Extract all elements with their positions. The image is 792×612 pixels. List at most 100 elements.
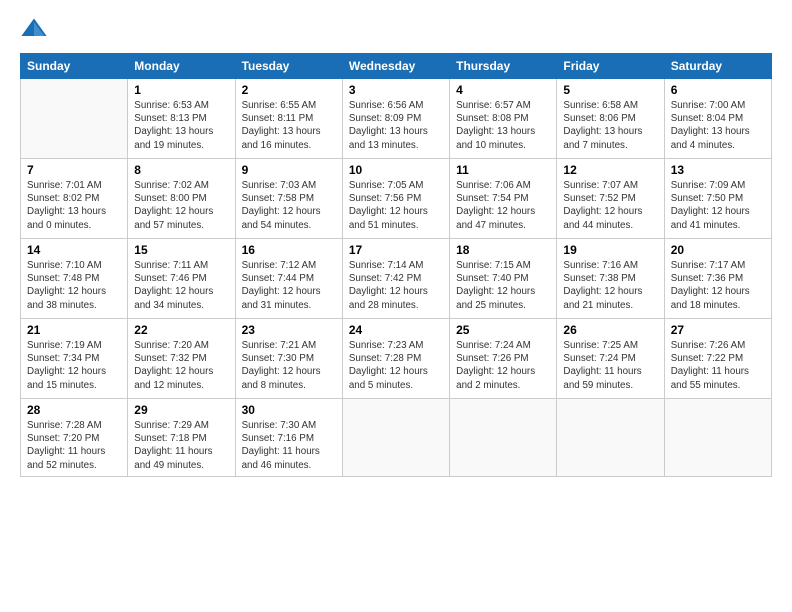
calendar-cell: 15 Sunrise: 7:11 AM Sunset: 7:46 PM Dayli… <box>128 239 235 319</box>
day-header-saturday: Saturday <box>664 54 771 79</box>
day-number: 26 <box>563 323 657 337</box>
day-number: 25 <box>456 323 550 337</box>
day-info: Sunrise: 7:06 AM Sunset: 7:54 PM Dayligh… <box>456 180 535 231</box>
calendar-cell: 1Sunrise: 6:53 AM Sunset: 8:13 PM Daylig… <box>128 79 235 159</box>
day-number: 24 <box>349 323 443 337</box>
calendar-cell: 19 Sunrise: 7:16 AM Sunset: 7:38 PM Dayli… <box>557 239 664 319</box>
day-info: Sunrise: 7:20 AM Sunset: 7:32 PM Dayligh… <box>134 340 213 391</box>
day-number: 28 <box>27 403 121 417</box>
day-info: Sunrise: 7:21 AM Sunset: 7:30 PM Dayligh… <box>242 340 321 391</box>
day-info: Sunrise: 7:00 AM Sunset: 8:04 PM Dayligh… <box>671 100 750 151</box>
calendar-cell: 3 Sunrise: 6:56 AM Sunset: 8:09 PM Daylig… <box>342 79 449 159</box>
day-info: Sunrise: 7:16 AM Sunset: 7:38 PM Dayligh… <box>563 260 642 311</box>
day-header-friday: Friday <box>557 54 664 79</box>
calendar-cell: 23 Sunrise: 7:21 AM Sunset: 7:30 PM Dayli… <box>235 319 342 399</box>
calendar-cell: 26Sunrise: 7:25 AM Sunset: 7:24 PM Dayli… <box>557 319 664 399</box>
calendar-cell: 12 Sunrise: 7:07 AM Sunset: 7:52 PM Dayli… <box>557 159 664 239</box>
day-number: 23 <box>242 323 336 337</box>
day-info: Sunrise: 7:01 AM Sunset: 8:02 PM Dayligh… <box>27 180 106 231</box>
day-info: Sunrise: 7:30 AM Sunset: 7:16 PM Dayligh… <box>242 420 320 471</box>
week-row-5: 28Sunrise: 7:28 AM Sunset: 7:20 PM Dayli… <box>21 399 772 477</box>
calendar-cell: 6Sunrise: 7:00 AM Sunset: 8:04 PM Daylig… <box>664 79 771 159</box>
day-info: Sunrise: 7:10 AM Sunset: 7:48 PM Dayligh… <box>27 260 106 311</box>
day-number: 5 <box>563 83 657 97</box>
calendar-cell <box>450 399 557 477</box>
calendar-cell <box>21 79 128 159</box>
week-row-4: 21 Sunrise: 7:19 AM Sunset: 7:34 PM Dayli… <box>21 319 772 399</box>
day-number: 18 <box>456 243 550 257</box>
calendar-cell: 22 Sunrise: 7:20 AM Sunset: 7:32 PM Dayli… <box>128 319 235 399</box>
day-number: 22 <box>134 323 228 337</box>
day-number: 16 <box>242 243 336 257</box>
day-info: Sunrise: 7:26 AM Sunset: 7:22 PM Dayligh… <box>671 340 749 391</box>
calendar: SundayMondayTuesdayWednesdayThursdayFrid… <box>20 53 772 477</box>
calendar-cell <box>557 399 664 477</box>
day-header-monday: Monday <box>128 54 235 79</box>
day-info: Sunrise: 6:53 AM Sunset: 8:13 PM Dayligh… <box>134 100 213 151</box>
day-info: Sunrise: 7:07 AM Sunset: 7:52 PM Dayligh… <box>563 180 642 231</box>
day-info: Sunrise: 7:09 AM Sunset: 7:50 PM Dayligh… <box>671 180 750 231</box>
day-number: 21 <box>27 323 121 337</box>
day-info: Sunrise: 7:02 AM Sunset: 8:00 PM Dayligh… <box>134 180 213 231</box>
day-info: Sunrise: 7:12 AM Sunset: 7:44 PM Dayligh… <box>242 260 321 311</box>
calendar-header-row: SundayMondayTuesdayWednesdayThursdayFrid… <box>21 54 772 79</box>
day-info: Sunrise: 7:03 AM Sunset: 7:58 PM Dayligh… <box>242 180 321 231</box>
day-number: 8 <box>134 163 228 177</box>
day-info: Sunrise: 6:58 AM Sunset: 8:06 PM Dayligh… <box>563 100 642 151</box>
day-info: Sunrise: 7:11 AM Sunset: 7:46 PM Dayligh… <box>134 260 213 311</box>
day-info: Sunrise: 7:15 AM Sunset: 7:40 PM Dayligh… <box>456 260 535 311</box>
calendar-cell: 18 Sunrise: 7:15 AM Sunset: 7:40 PM Dayli… <box>450 239 557 319</box>
day-number: 30 <box>242 403 336 417</box>
calendar-cell: 9 Sunrise: 7:03 AM Sunset: 7:58 PM Daylig… <box>235 159 342 239</box>
day-info: Sunrise: 7:17 AM Sunset: 7:36 PM Dayligh… <box>671 260 750 311</box>
calendar-cell: 14 Sunrise: 7:10 AM Sunset: 7:48 PM Dayli… <box>21 239 128 319</box>
calendar-cell: 4Sunrise: 6:57 AM Sunset: 8:08 PM Daylig… <box>450 79 557 159</box>
calendar-cell <box>342 399 449 477</box>
calendar-cell: 2Sunrise: 6:55 AM Sunset: 8:11 PM Daylig… <box>235 79 342 159</box>
day-number: 20 <box>671 243 765 257</box>
day-header-sunday: Sunday <box>21 54 128 79</box>
header <box>20 15 772 43</box>
calendar-cell: 16 Sunrise: 7:12 AM Sunset: 7:44 PM Dayli… <box>235 239 342 319</box>
day-number: 19 <box>563 243 657 257</box>
day-header-wednesday: Wednesday <box>342 54 449 79</box>
calendar-cell: 25 Sunrise: 7:24 AM Sunset: 7:26 PM Dayli… <box>450 319 557 399</box>
day-header-thursday: Thursday <box>450 54 557 79</box>
calendar-cell: 11 Sunrise: 7:06 AM Sunset: 7:54 PM Dayli… <box>450 159 557 239</box>
calendar-cell: 28Sunrise: 7:28 AM Sunset: 7:20 PM Dayli… <box>21 399 128 477</box>
calendar-cell: 30 Sunrise: 7:30 AM Sunset: 7:16 PM Dayli… <box>235 399 342 477</box>
day-number: 11 <box>456 163 550 177</box>
day-info: Sunrise: 6:56 AM Sunset: 8:09 PM Dayligh… <box>349 100 428 151</box>
day-number: 3 <box>349 83 443 97</box>
week-row-3: 14 Sunrise: 7:10 AM Sunset: 7:48 PM Dayli… <box>21 239 772 319</box>
calendar-cell: 10Sunrise: 7:05 AM Sunset: 7:56 PM Dayli… <box>342 159 449 239</box>
day-header-tuesday: Tuesday <box>235 54 342 79</box>
day-number: 13 <box>671 163 765 177</box>
calendar-cell <box>664 399 771 477</box>
day-info: Sunrise: 7:24 AM Sunset: 7:26 PM Dayligh… <box>456 340 535 391</box>
week-row-1: 1Sunrise: 6:53 AM Sunset: 8:13 PM Daylig… <box>21 79 772 159</box>
day-number: 9 <box>242 163 336 177</box>
calendar-cell: 29Sunrise: 7:29 AM Sunset: 7:18 PM Dayli… <box>128 399 235 477</box>
day-number: 27 <box>671 323 765 337</box>
day-number: 12 <box>563 163 657 177</box>
calendar-cell: 20 Sunrise: 7:17 AM Sunset: 7:36 PM Dayli… <box>664 239 771 319</box>
calendar-cell: 7 Sunrise: 7:01 AM Sunset: 8:02 PM Daylig… <box>21 159 128 239</box>
day-number: 14 <box>27 243 121 257</box>
calendar-cell: 5 Sunrise: 6:58 AM Sunset: 8:06 PM Daylig… <box>557 79 664 159</box>
calendar-cell: 24 Sunrise: 7:23 AM Sunset: 7:28 PM Dayli… <box>342 319 449 399</box>
week-row-2: 7 Sunrise: 7:01 AM Sunset: 8:02 PM Daylig… <box>21 159 772 239</box>
day-info: Sunrise: 7:14 AM Sunset: 7:42 PM Dayligh… <box>349 260 428 311</box>
day-number: 15 <box>134 243 228 257</box>
logo-icon <box>20 15 48 43</box>
calendar-cell: 8 Sunrise: 7:02 AM Sunset: 8:00 PM Daylig… <box>128 159 235 239</box>
day-number: 4 <box>456 83 550 97</box>
day-number: 7 <box>27 163 121 177</box>
day-info: Sunrise: 7:05 AM Sunset: 7:56 PM Dayligh… <box>349 180 428 231</box>
day-info: Sunrise: 7:29 AM Sunset: 7:18 PM Dayligh… <box>134 420 212 471</box>
calendar-cell: 21 Sunrise: 7:19 AM Sunset: 7:34 PM Dayli… <box>21 319 128 399</box>
day-info: Sunrise: 7:23 AM Sunset: 7:28 PM Dayligh… <box>349 340 428 391</box>
day-number: 2 <box>242 83 336 97</box>
day-number: 17 <box>349 243 443 257</box>
day-info: Sunrise: 7:19 AM Sunset: 7:34 PM Dayligh… <box>27 340 106 391</box>
